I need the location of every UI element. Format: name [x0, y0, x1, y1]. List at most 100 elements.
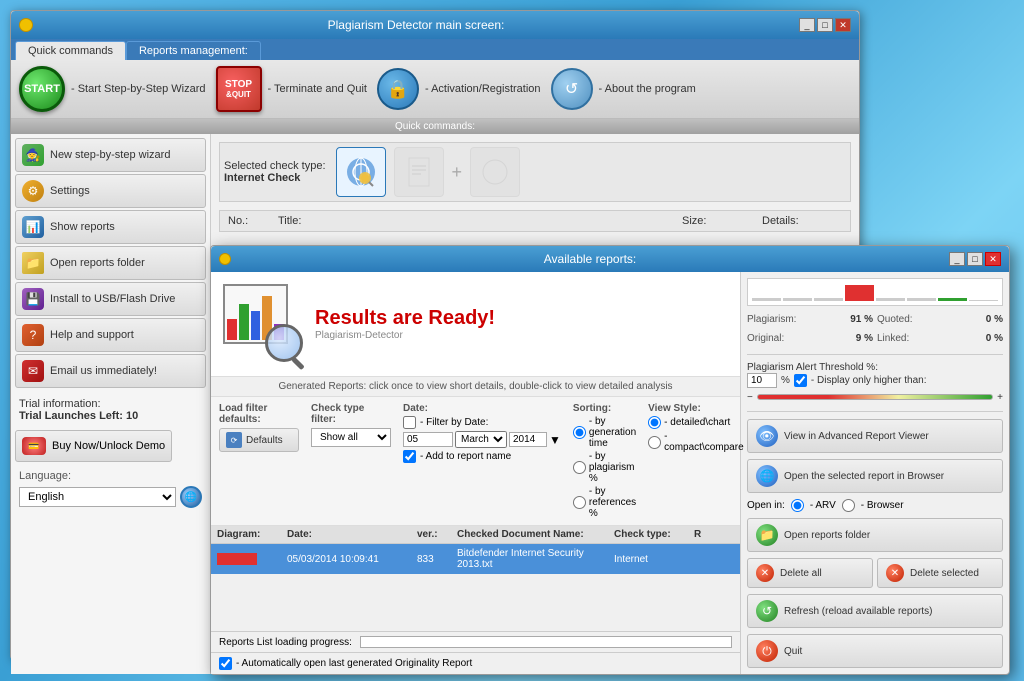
reports-close-button[interactable]: ✕ [985, 252, 1001, 266]
date-day-input[interactable] [403, 432, 453, 447]
auto-open-checkbox[interactable] [219, 657, 232, 670]
date-year-input[interactable] [509, 432, 547, 447]
check-type-filter-group: Check type filter: Show all [311, 403, 391, 519]
col-no: No.: [228, 215, 278, 227]
reports-content: Results are Ready! Plagiarism-Detector G… [211, 272, 1009, 674]
activation-label: - Activation/Registration [425, 83, 541, 95]
sidebar-item-help[interactable]: ? Help and support [15, 318, 206, 352]
table-row[interactable]: 05/03/2014 10:09:41 833 Bitdefender Inte… [211, 544, 740, 574]
slider-minus-icon[interactable]: − [747, 392, 753, 403]
date-filter-group: Date: - Filter by Date: March ▼ [403, 403, 561, 519]
browser-icon: 🌐 [756, 465, 778, 487]
progress-bar [360, 636, 732, 648]
delete-selected-button[interactable]: ✕ Delete selected [877, 558, 1003, 588]
view-arv-button[interactable]: 👁 View in Advanced Report Viewer [747, 419, 1003, 453]
magnifier-icon [265, 324, 303, 362]
doc-check-icon[interactable] [394, 147, 444, 197]
reports-maximize-button[interactable]: □ [967, 252, 983, 266]
check-type-filter-label: Check type filter: [311, 403, 391, 425]
delete-all-button[interactable]: ✕ Delete all [747, 558, 873, 588]
refresh-button[interactable]: ↺ Refresh (reload available reports) [747, 594, 1003, 628]
mini-chart [747, 278, 1003, 306]
diagram-cell [217, 553, 287, 565]
chart-bar-5 [876, 298, 905, 301]
view-style-group: View Style: - detailed\chart - compact\c… [648, 403, 743, 519]
sidebar-item-show-reports[interactable]: 📊 Show reports [15, 210, 206, 244]
language-dropdown[interactable]: English [19, 487, 176, 507]
check-type-value: Internet Check [224, 172, 326, 184]
minimize-button[interactable]: _ [799, 18, 815, 32]
arv-label: - ARV [810, 500, 836, 511]
open-in-arv-radio[interactable] [791, 499, 804, 512]
col-diagram: Diagram: [217, 529, 287, 540]
buy-now-button[interactable]: 💳 Buy Now/Unlock Demo [15, 430, 172, 462]
open-in-browser-radio[interactable] [842, 499, 855, 512]
open-reports-folder-button[interactable]: 📁 Open reports folder [747, 518, 1003, 552]
usb-icon: 💾 [22, 288, 44, 310]
language-section: Language: English 🌐 [15, 462, 206, 512]
col-ver: ver.: [417, 529, 457, 540]
maximize-button[interactable]: □ [817, 18, 833, 32]
sidebar-item-new-wizard[interactable]: 🧙 New step-by-step wizard [15, 138, 206, 172]
view-compact-row: - compact\compare [648, 431, 743, 453]
reports-left-panel: Results are Ready! Plagiarism-Detector G… [211, 272, 741, 674]
check-icons: + [336, 147, 521, 197]
filter-by-date-checkbox[interactable] [403, 416, 416, 429]
activation-button[interactable]: 🔒 - Activation/Registration [377, 68, 541, 110]
slider-plus-icon[interactable]: + [997, 392, 1003, 403]
main-table-header: No.: Title: Size: Details: [219, 210, 851, 232]
reports-window-title: Available reports: [231, 252, 949, 266]
start-icon: START [19, 66, 65, 112]
sort-by-time-radio[interactable] [573, 426, 586, 439]
view-detailed-radio[interactable] [648, 416, 661, 429]
delete-buttons-group: ✕ Delete all ✕ Delete selected [747, 558, 1003, 588]
threshold-slider[interactable] [757, 394, 993, 400]
stop-quit-button[interactable]: STOP &QUIT - Terminate and Quit [216, 66, 367, 112]
other-check-icon[interactable] [470, 147, 520, 197]
close-button[interactable]: ✕ [835, 18, 851, 32]
sidebar-item-open-folder[interactable]: 📁 Open reports folder [15, 246, 206, 280]
internet-check-icon[interactable] [336, 147, 386, 197]
date-month-select[interactable]: March [455, 431, 507, 448]
threshold-section: Plagiarism Alert Threshold %: % - Displa… [747, 362, 1003, 403]
globe-icon: 🌐 [180, 486, 202, 508]
sort-by-references-radio[interactable] [573, 496, 586, 509]
open-browser-button[interactable]: 🌐 Open the selected report in Browser [747, 459, 1003, 493]
add-to-report-row: - Add to report name [403, 450, 561, 463]
col-details: Details: [762, 215, 842, 227]
chart-bar-6 [907, 298, 936, 301]
plagiarism-stat: Plagiarism: 91 % [747, 312, 873, 327]
sidebar-item-install-usb[interactable]: 💾 Install to USB/Flash Drive [15, 282, 206, 316]
window-close-traffic[interactable] [19, 18, 33, 32]
start-wizard-button[interactable]: START - Start Step-by-Step Wizard [19, 66, 206, 112]
reports-minimize-button[interactable]: _ [949, 252, 965, 266]
open-in-label: Open in: [747, 500, 785, 511]
sidebar-item-email[interactable]: ✉ Email us immediately! [15, 354, 206, 388]
tab-quick-commands[interactable]: Quick commands [15, 41, 126, 60]
date-calendar-icon[interactable]: ▼ [549, 433, 561, 447]
tab-reports-management[interactable]: Reports management: [126, 41, 261, 60]
chart-bar-8 [969, 300, 998, 301]
sort-by-references-row: - by references % [573, 486, 636, 519]
display-higher-checkbox[interactable] [794, 374, 807, 387]
add-to-report-checkbox[interactable] [403, 450, 416, 463]
view-compact-radio[interactable] [648, 436, 661, 449]
reports-icon: 📊 [22, 216, 44, 238]
open-folder-icon: 📁 [756, 524, 778, 546]
sidebar-item-settings[interactable]: ⚙ Settings [15, 174, 206, 208]
sort-by-plagiarism-radio[interactable] [573, 461, 586, 474]
reports-window: Available reports: _ □ ✕ [210, 245, 1010, 675]
toolbar-tabs: Quick commands Reports management: [11, 39, 859, 60]
sorting-group: Sorting: - by generation time - by plagi… [573, 403, 636, 519]
help-icon: ? [22, 324, 44, 346]
check-type-filter-dropdown[interactable]: Show all [311, 428, 391, 447]
quoted-stat: Quoted: 0 % [877, 312, 1003, 327]
quit-button[interactable]: ⏻ Quit [747, 634, 1003, 668]
defaults-icon: ⟳ [226, 432, 242, 448]
defaults-button[interactable]: ⟳ Defaults [219, 428, 299, 452]
add-check-icon[interactable]: + [452, 162, 463, 183]
threshold-input[interactable] [747, 373, 777, 388]
open-in-row: Open in: - ARV - Browser [747, 499, 1003, 512]
reports-title-bar: Available reports: _ □ ✕ [211, 246, 1009, 272]
about-button[interactable]: ↺ - About the program [551, 68, 696, 110]
